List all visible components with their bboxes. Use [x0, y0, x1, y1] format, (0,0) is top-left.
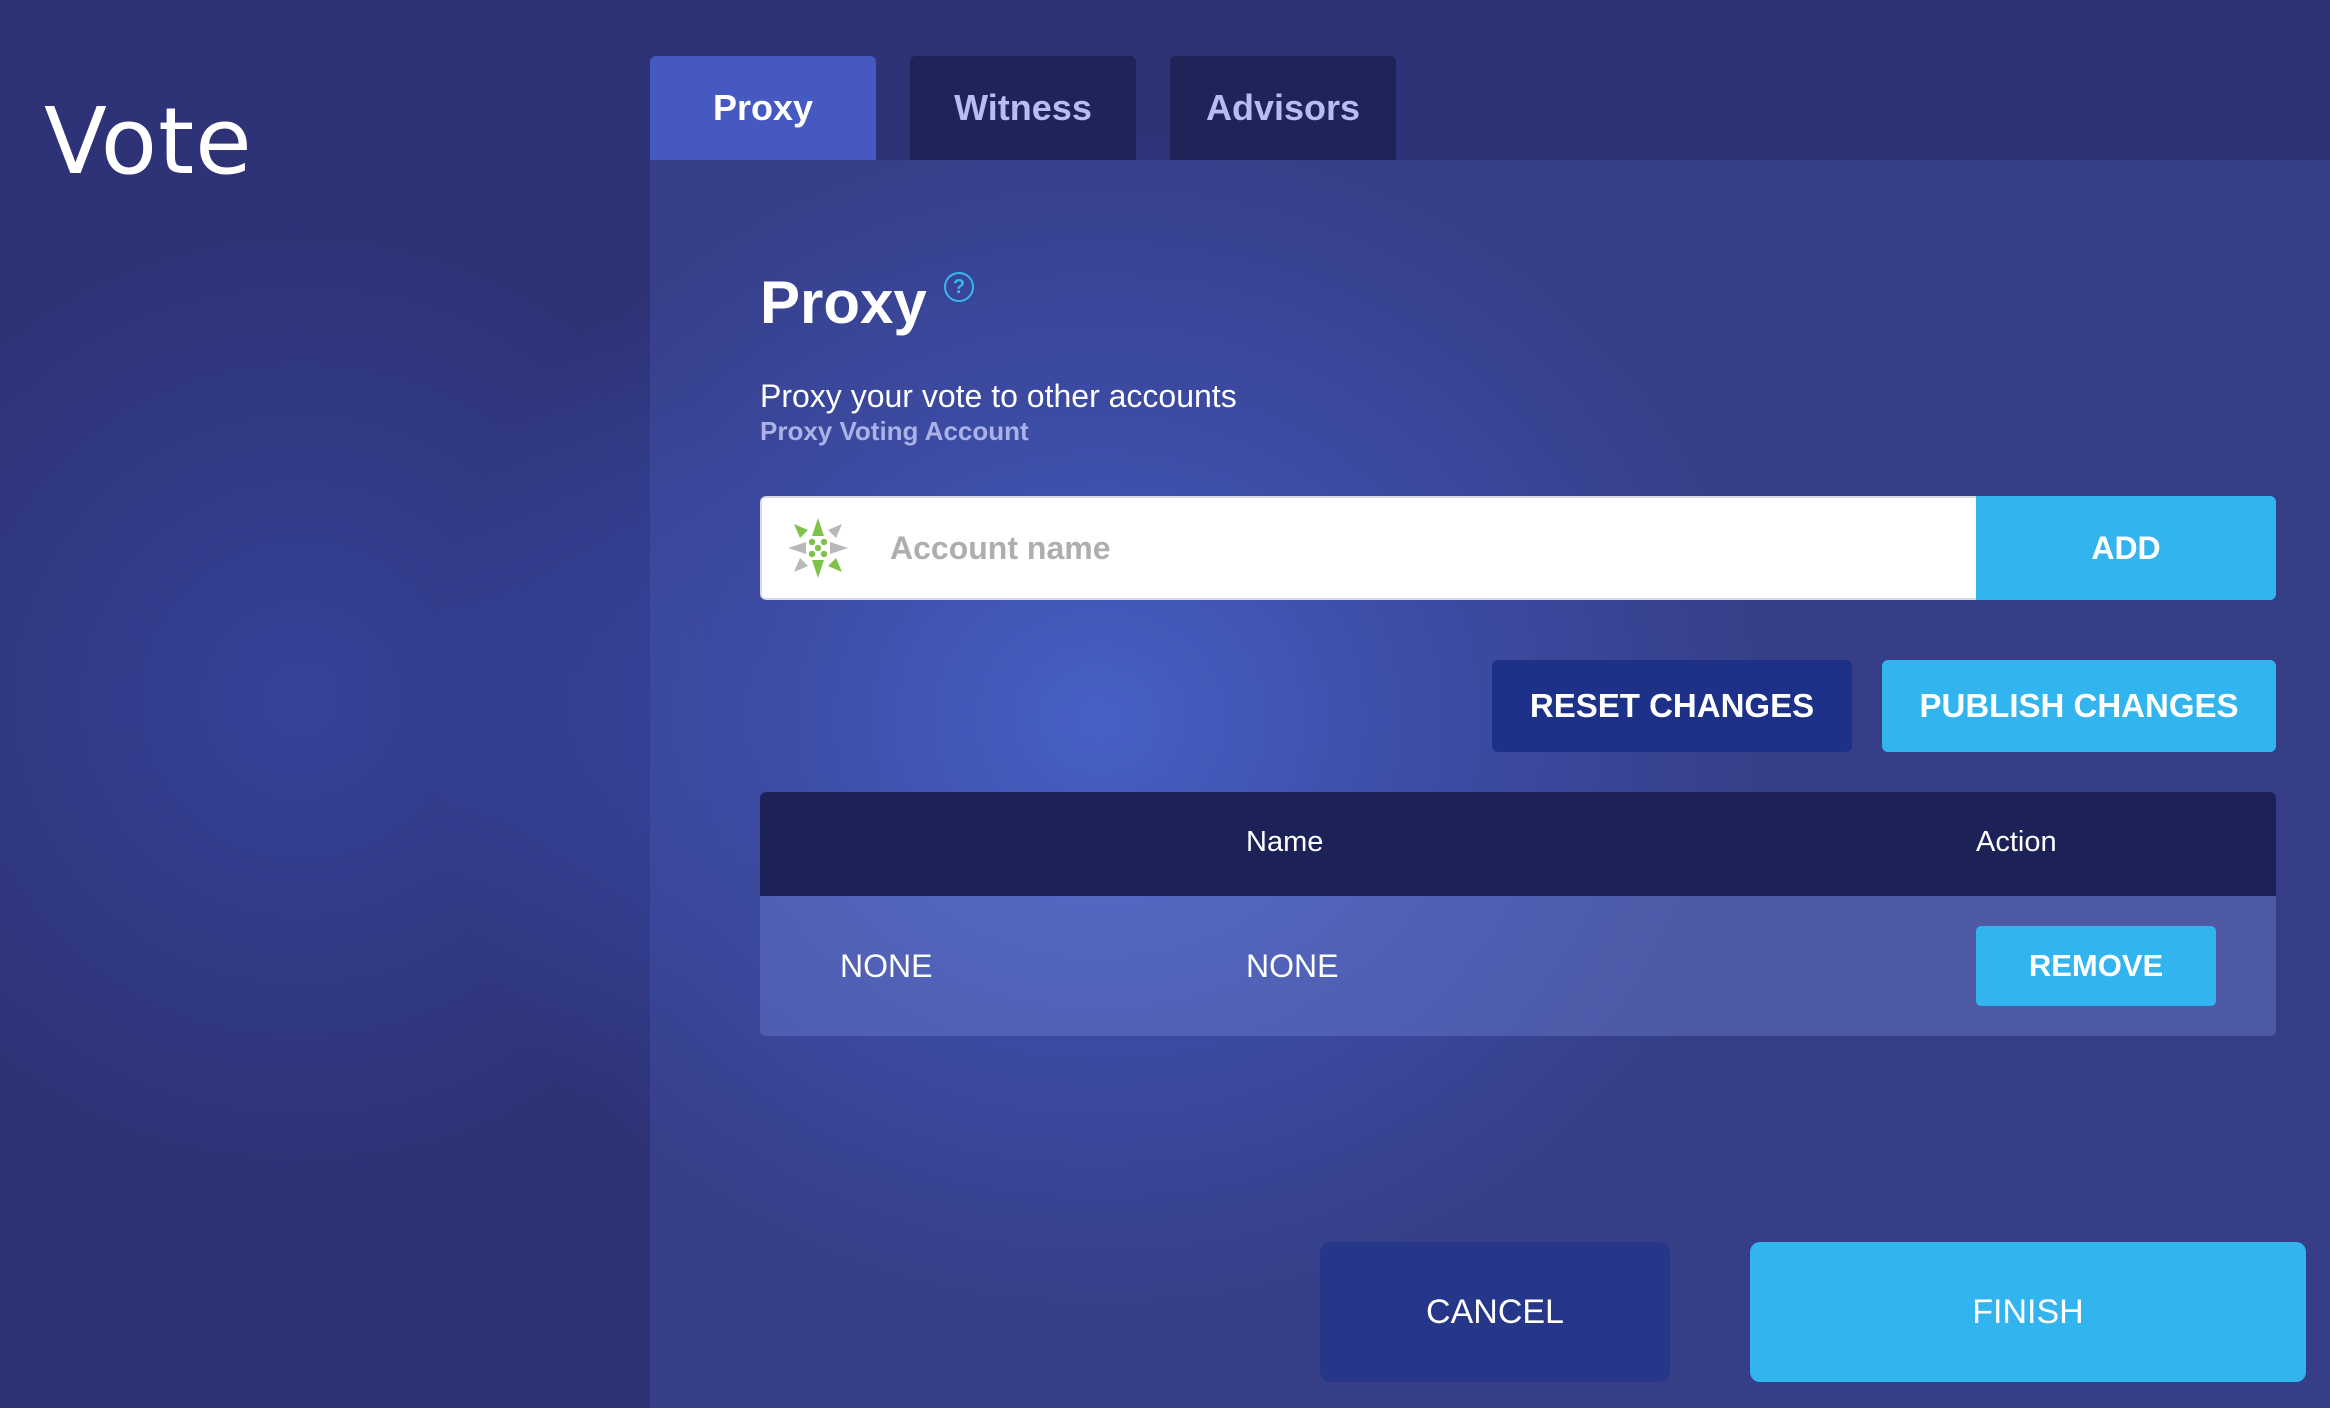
cancel-button[interactable]: CANCEL: [1320, 1242, 1670, 1382]
publish-changes-button[interactable]: PUBLISH CHANGES: [1882, 660, 2276, 752]
row-id-cell: NONE: [840, 948, 933, 984]
column-header-name: Name: [1246, 826, 1324, 858]
account-input-wrapper: [760, 496, 1976, 600]
account-name-input[interactable]: [890, 529, 1976, 567]
tab-witness[interactable]: Witness: [910, 56, 1136, 160]
proxy-panel: [650, 160, 2330, 1408]
proxy-voting-account-label: Proxy Voting Account: [760, 416, 1029, 446]
proxy-table: Name Action NONE NONE REMOVE: [760, 792, 2276, 1036]
section-subtitle: Proxy your vote to other accounts: [760, 378, 1237, 414]
remove-button[interactable]: REMOVE: [1976, 926, 2216, 1006]
add-button[interactable]: ADD: [1976, 496, 2276, 600]
tab-advisors[interactable]: Advisors: [1170, 56, 1396, 160]
page-title: Vote: [44, 88, 253, 195]
table-row: NONE NONE REMOVE: [760, 896, 2276, 1036]
table-header: Name Action: [760, 792, 2276, 896]
tab-proxy[interactable]: Proxy: [650, 56, 876, 160]
section-title: Proxy: [760, 269, 927, 336]
reset-changes-button[interactable]: RESET CHANGES: [1492, 660, 1852, 752]
account-identicon-icon: [788, 518, 848, 578]
row-name-cell: NONE: [1246, 948, 1339, 984]
tab-bar: Proxy Witness Advisors: [650, 56, 1430, 160]
finish-button[interactable]: FINISH: [1750, 1242, 2306, 1382]
account-input-row: ADD: [760, 496, 2276, 600]
column-header-action: Action: [1976, 826, 2057, 858]
question-circle-icon[interactable]: ?: [944, 272, 974, 302]
